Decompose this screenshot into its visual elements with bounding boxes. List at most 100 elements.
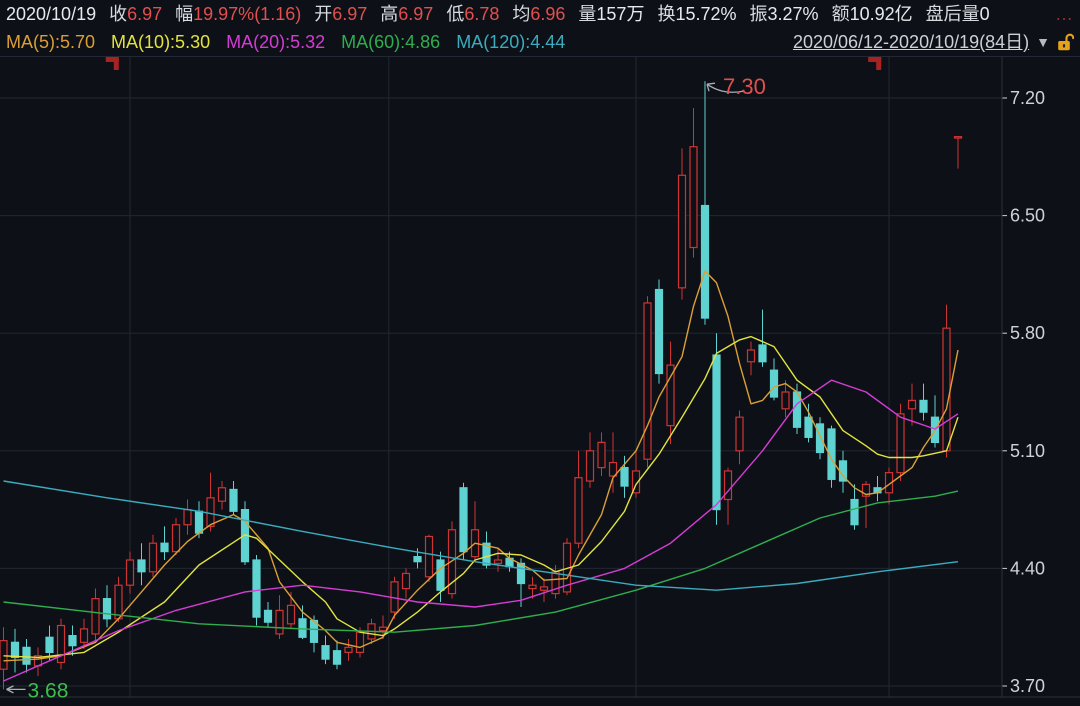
candle-up bbox=[426, 536, 433, 576]
candle-up bbox=[173, 525, 180, 552]
candle-down bbox=[518, 563, 525, 583]
candle-up bbox=[495, 560, 502, 563]
candle-up bbox=[81, 629, 88, 642]
ma-indicator-bar: MA(5):5.70 MA(10):5.30 MA(20):5.32 MA(60):4… bbox=[0, 28, 1080, 56]
y-axis-label: 3.70 bbox=[1010, 676, 1045, 696]
ma-values: MA(5):5.70 MA(10):5.30 MA(20):5.32 MA(60):4… bbox=[6, 28, 565, 56]
candle-up bbox=[288, 605, 295, 623]
quote-bar: 2020/10/19 收6.97幅19.97%(1.16)开6.97高6.97低… bbox=[0, 0, 1080, 28]
candle-up bbox=[909, 400, 916, 408]
candle-up bbox=[725, 471, 732, 500]
candlestick-chart[interactable]: 7.20 6.50 5.80 5.10 4.40 3.70 7.30 3.68 bbox=[0, 56, 1080, 706]
candle-down bbox=[414, 557, 421, 562]
ma-line-MA10 bbox=[4, 337, 959, 658]
candle-down bbox=[334, 651, 341, 664]
candle-up bbox=[184, 510, 191, 525]
candle-up bbox=[598, 442, 605, 467]
candle-down bbox=[322, 646, 329, 659]
quote-field-振: 振3.27% bbox=[750, 0, 819, 28]
low-arrow-icon bbox=[7, 686, 26, 693]
candle-down bbox=[621, 468, 628, 486]
candle-down bbox=[265, 610, 272, 622]
quote-field-收: 收6.97 bbox=[109, 0, 162, 28]
quote-field-幅: 幅19.97%(1.16) bbox=[175, 0, 301, 28]
candle-up bbox=[92, 599, 99, 634]
y-axis-label: 5.80 bbox=[1010, 323, 1045, 343]
quote-items: 收6.97幅19.97%(1.16)开6.97高6.97低6.78均6.96量1… bbox=[109, 0, 990, 28]
date-range-selector[interactable]: 2020/06/12-2020/10/19(84日) bbox=[793, 28, 1029, 56]
candle-down bbox=[161, 543, 168, 551]
candle-up bbox=[667, 365, 674, 425]
quote-field-量: 量157万 bbox=[578, 0, 644, 28]
candle-down bbox=[759, 345, 766, 362]
candle-down bbox=[23, 647, 30, 664]
y-axis-label: 6.50 bbox=[1010, 206, 1045, 226]
quote-field-盘后量: 盘后量0 bbox=[926, 0, 990, 28]
candle-up bbox=[529, 585, 536, 588]
low-price-label: 3.68 bbox=[28, 679, 69, 702]
candle-up bbox=[955, 137, 962, 138]
quote-field-高: 高6.97 bbox=[380, 0, 433, 28]
candle-down bbox=[299, 619, 306, 637]
candle-up bbox=[403, 573, 410, 588]
event-marker-icon bbox=[114, 57, 119, 70]
ma-line-MA120 bbox=[4, 481, 959, 590]
candle-down bbox=[713, 355, 720, 510]
y-axis-label: 4.40 bbox=[1010, 558, 1045, 578]
range-controls: 2020/06/12-2020/10/19(84日) ▼ bbox=[793, 28, 1074, 56]
ma-value-MA(10): MA(10):5.30 bbox=[111, 28, 210, 56]
candle-up bbox=[276, 610, 283, 634]
candle-up bbox=[748, 350, 755, 362]
ma-value-MA(120): MA(120):4.44 bbox=[456, 28, 565, 56]
candle-down bbox=[920, 400, 927, 412]
ma-value-MA(20): MA(20):5.32 bbox=[226, 28, 325, 56]
candle-up bbox=[345, 647, 352, 652]
candle-down bbox=[104, 599, 111, 619]
ma-value-MA(5): MA(5):5.70 bbox=[6, 28, 95, 56]
candle-down bbox=[805, 417, 812, 437]
candle-down bbox=[69, 636, 76, 646]
candle-up bbox=[207, 498, 214, 527]
quote-field-换: 换15.72% bbox=[657, 0, 736, 28]
candle-down bbox=[656, 290, 663, 374]
quote-field-均: 均6.96 bbox=[512, 0, 565, 28]
stock-chart-app: 2020/10/19 收6.97幅19.97%(1.16)开6.97高6.97低… bbox=[0, 0, 1080, 706]
candle-up bbox=[587, 451, 594, 481]
candle-down bbox=[437, 560, 444, 590]
chevron-down-icon[interactable]: ▼ bbox=[1036, 28, 1050, 56]
candle-up bbox=[380, 627, 387, 630]
candle-up bbox=[679, 175, 686, 288]
candle-down bbox=[771, 370, 778, 397]
candle-up bbox=[575, 478, 582, 544]
quote-field-额: 额10.92亿 bbox=[832, 0, 913, 28]
candle-up bbox=[357, 632, 364, 652]
candle-up bbox=[897, 414, 904, 473]
event-marker-icon bbox=[876, 57, 881, 70]
candle-up bbox=[219, 488, 226, 501]
candle-down bbox=[460, 488, 467, 552]
candle-up bbox=[644, 303, 651, 459]
ma-value-MA(60): MA(60):4.86 bbox=[341, 28, 440, 56]
ma-line-MA5 bbox=[4, 271, 959, 661]
unlock-icon[interactable] bbox=[1057, 33, 1074, 52]
candle-up bbox=[943, 328, 950, 451]
candle-up bbox=[541, 587, 548, 590]
candle-up bbox=[0, 641, 7, 670]
ma-line-MA60 bbox=[4, 491, 959, 632]
candle-down bbox=[817, 424, 824, 453]
y-axis-label: 5.10 bbox=[1010, 441, 1045, 461]
y-axis-label: 7.20 bbox=[1010, 88, 1045, 108]
candle-up bbox=[115, 585, 122, 619]
high-price-label: 7.30 bbox=[723, 74, 766, 99]
candle-down bbox=[46, 637, 53, 652]
candle-down bbox=[138, 560, 145, 572]
candle-down bbox=[702, 206, 709, 319]
candle-up bbox=[127, 560, 134, 585]
quote-field-开: 开6.97 bbox=[314, 0, 367, 28]
candle-down bbox=[196, 511, 203, 533]
quote-date: 2020/10/19 bbox=[6, 0, 96, 28]
candle-up bbox=[150, 543, 157, 572]
candle-down bbox=[12, 642, 19, 657]
candle-down bbox=[851, 500, 858, 525]
candle-down bbox=[253, 560, 260, 617]
